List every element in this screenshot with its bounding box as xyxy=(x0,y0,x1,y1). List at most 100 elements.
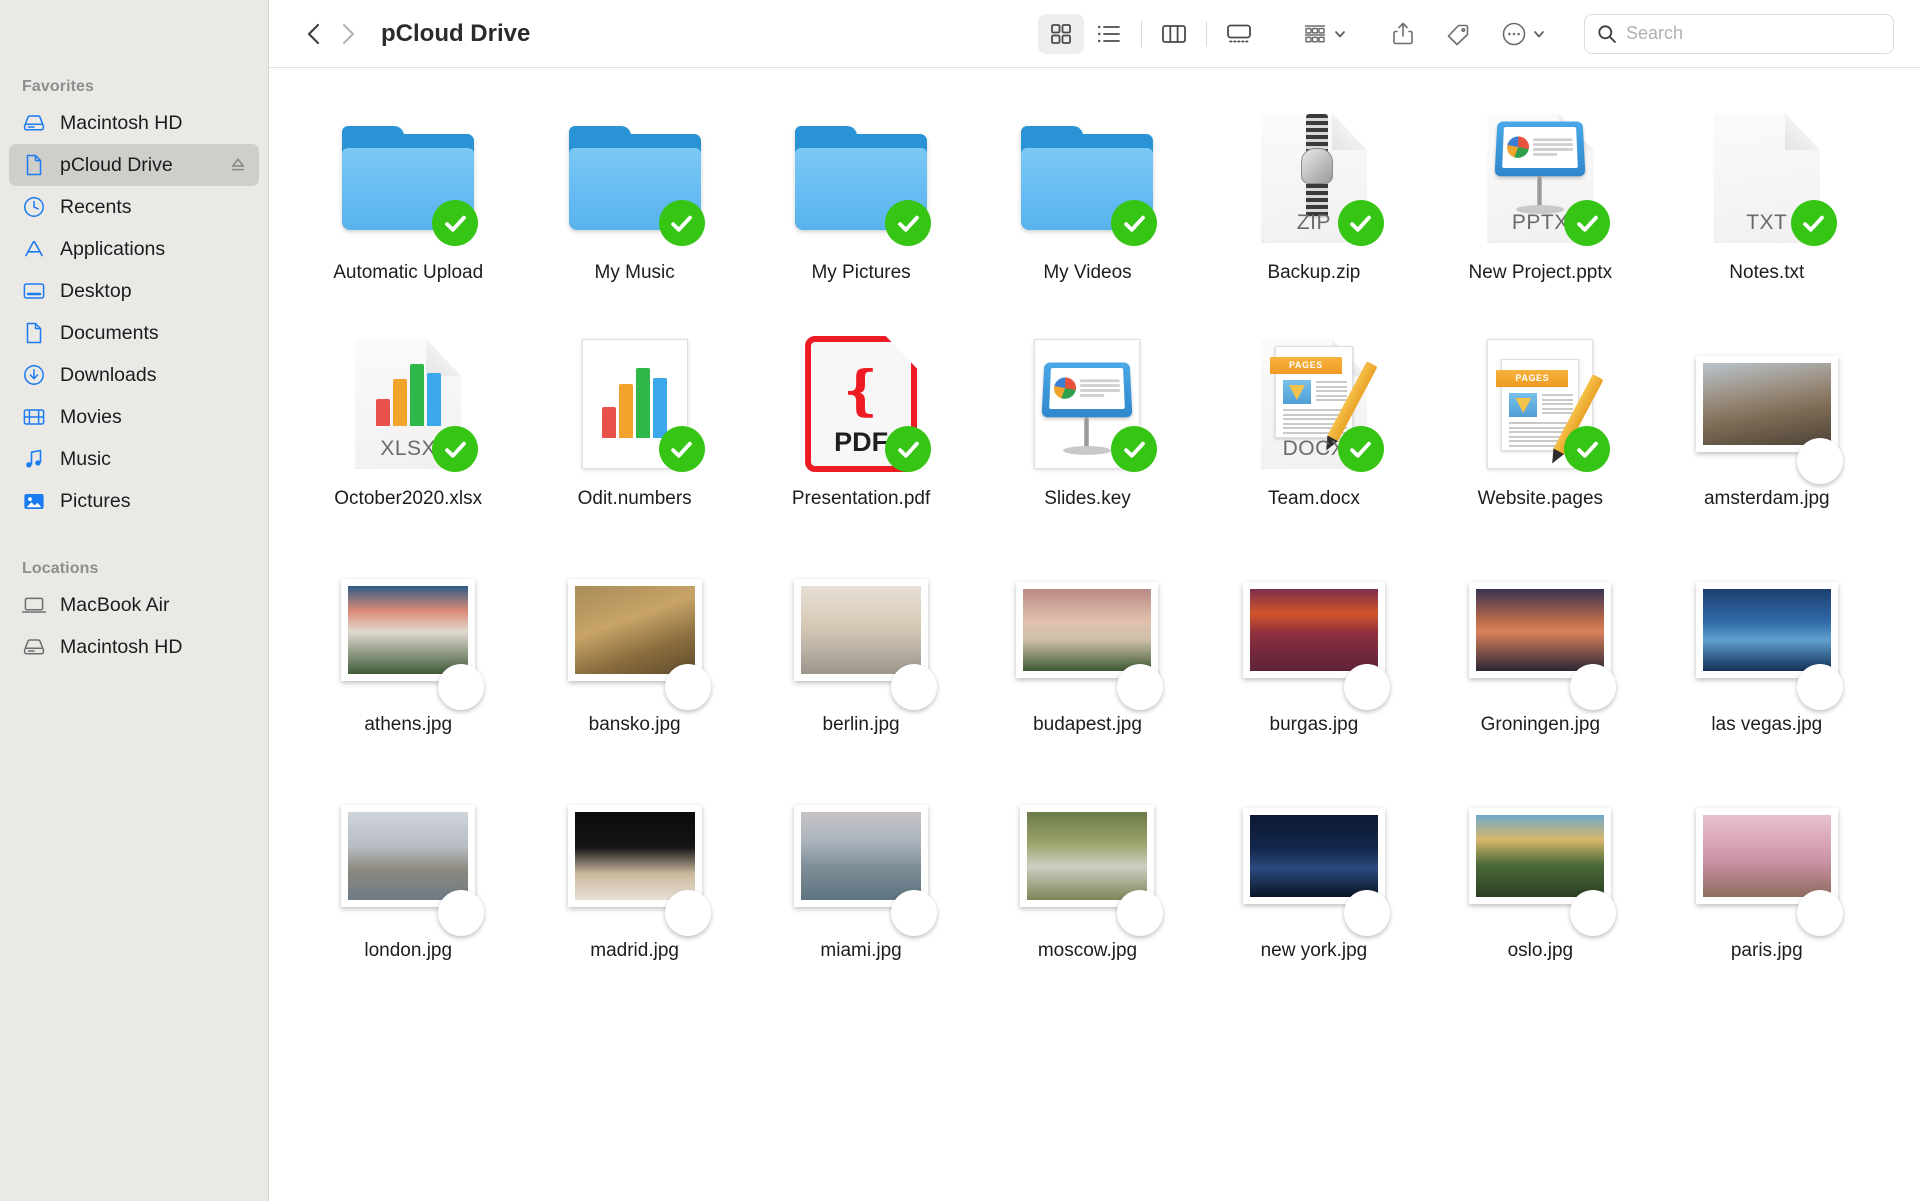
file-name-label: Backup.zip xyxy=(1267,262,1361,283)
file-area[interactable]: Automatic Upload My Music My Pictures My Vi… xyxy=(269,68,1920,1201)
file-icon[interactable] xyxy=(1234,556,1394,710)
file-item[interactable]: oslo.jpg xyxy=(1427,776,1653,996)
file-item[interactable]: XLSX October2020.xlsx xyxy=(295,324,521,544)
file-icon[interactable] xyxy=(1460,556,1620,710)
file-icon[interactable] xyxy=(1007,782,1167,936)
file-icon[interactable]: PPTX xyxy=(1460,104,1620,252)
sidebar-item-label: Applications xyxy=(60,237,166,260)
file-item[interactable]: Odit.numbers xyxy=(521,324,747,544)
file-name-label: My Music xyxy=(594,262,675,283)
sidebar-item-music[interactable]: Music xyxy=(9,438,259,480)
sidebar-item-applications[interactable]: Applications xyxy=(9,228,259,270)
file-item[interactable]: amsterdam.jpg xyxy=(1654,324,1880,544)
eject-icon[interactable] xyxy=(229,156,247,174)
more-actions-button[interactable] xyxy=(1497,14,1550,54)
file-item[interactable]: ❴ PDF Presentation.pdf xyxy=(748,324,974,544)
sidebar-item-documents[interactable]: Documents xyxy=(9,312,259,354)
file-item[interactable]: Groningen.jpg xyxy=(1427,550,1653,770)
file-item[interactable]: Slides.key xyxy=(974,324,1200,544)
file-item[interactable]: PAGES DOCX Team.docx xyxy=(1201,324,1427,544)
file-icon[interactable] xyxy=(1234,782,1394,936)
file-icon[interactable] xyxy=(781,556,941,710)
file-icon[interactable]: PAGES DOCX xyxy=(1234,330,1394,478)
file-icon[interactable] xyxy=(1687,330,1847,484)
sidebar-item-pcloud-drive[interactable]: pCloud Drive xyxy=(9,144,259,186)
file-icon[interactable] xyxy=(1007,330,1167,478)
file-icon[interactable]: PAGES xyxy=(1460,330,1620,478)
file-item[interactable]: budapest.jpg xyxy=(974,550,1200,770)
file-item[interactable]: PAGES Website.pages xyxy=(1427,324,1653,544)
tag-button[interactable] xyxy=(1441,14,1475,54)
share-button[interactable] xyxy=(1387,14,1419,54)
sidebar-item-downloads[interactable]: Downloads xyxy=(9,354,259,396)
sync-check-badge xyxy=(1111,426,1158,472)
search-field[interactable]: Search xyxy=(1584,13,1894,54)
file-icon[interactable] xyxy=(328,782,488,936)
file-item[interactable]: paris.jpg xyxy=(1654,776,1880,996)
file-item[interactable]: My Videos xyxy=(974,98,1200,318)
file-item[interactable]: new york.jpg xyxy=(1201,776,1427,996)
file-item[interactable]: bansko.jpg xyxy=(521,550,747,770)
back-button[interactable] xyxy=(297,17,331,51)
file-icon[interactable] xyxy=(1007,104,1167,252)
file-icon[interactable] xyxy=(781,104,941,252)
file-icon[interactable] xyxy=(1687,782,1847,936)
file-item[interactable]: miami.jpg xyxy=(748,776,974,996)
file-name-label: amsterdam.jpg xyxy=(1703,488,1830,509)
forward-button[interactable] xyxy=(331,17,365,51)
sidebar-item-desktop[interactable]: Desktop xyxy=(9,270,259,312)
file-item[interactable]: Automatic Upload xyxy=(295,98,521,318)
file-name-label: oslo.jpg xyxy=(1507,940,1574,961)
file-name-label: Slides.key xyxy=(1044,488,1131,509)
file-icon[interactable] xyxy=(555,330,715,478)
sidebar-item-movies[interactable]: Movies xyxy=(9,396,259,438)
file-item[interactable]: london.jpg xyxy=(295,776,521,996)
file-icon[interactable] xyxy=(555,104,715,252)
file-icon[interactable]: TXT xyxy=(1687,104,1847,252)
list-view-button[interactable] xyxy=(1086,14,1132,54)
file-icon[interactable] xyxy=(328,104,488,252)
sync-check-badge xyxy=(1796,438,1843,484)
file-item[interactable]: ZIP Backup.zip xyxy=(1201,98,1427,318)
sync-check-badge xyxy=(891,664,938,710)
file-icon[interactable] xyxy=(1007,556,1167,710)
file-item[interactable]: My Pictures xyxy=(748,98,974,318)
file-item[interactable]: TXT Notes.txt xyxy=(1654,98,1880,318)
column-view-button[interactable] xyxy=(1151,14,1197,54)
file-item[interactable]: burgas.jpg xyxy=(1201,550,1427,770)
toolbar: pCloud Drive Search xyxy=(269,0,1920,68)
file-item[interactable]: las vegas.jpg xyxy=(1654,550,1880,770)
sidebar-item-macintosh-hd[interactable]: Macintosh HD xyxy=(9,102,259,144)
sidebar-item-macintosh-hd[interactable]: Macintosh HD xyxy=(9,626,259,668)
finder-window: Favorites Macintosh HD pCloud Drive Recents… xyxy=(0,0,1920,1201)
sync-check-badge xyxy=(1570,890,1617,936)
file-icon[interactable]: ZIP xyxy=(1234,104,1394,252)
music-note-icon xyxy=(21,446,47,472)
file-item[interactable]: madrid.jpg xyxy=(521,776,747,996)
file-icon[interactable] xyxy=(1460,782,1620,936)
file-item[interactable]: moscow.jpg xyxy=(974,776,1200,996)
file-icon[interactable] xyxy=(781,782,941,936)
file-item[interactable]: athens.jpg xyxy=(295,550,521,770)
file-name-label: new york.jpg xyxy=(1260,940,1368,961)
file-name-label: las vegas.jpg xyxy=(1711,714,1823,735)
file-item[interactable]: PPTX New Project.pptx xyxy=(1427,98,1653,318)
file-icon[interactable] xyxy=(555,782,715,936)
file-item[interactable]: My Music xyxy=(521,98,747,318)
sync-check-badge xyxy=(658,200,705,246)
gallery-view-button[interactable] xyxy=(1216,14,1262,54)
file-icon[interactable] xyxy=(328,556,488,710)
sidebar-item-macbook-air[interactable]: MacBook Air xyxy=(9,584,259,626)
file-icon[interactable]: ❴ PDF xyxy=(781,330,941,478)
file-icon[interactable] xyxy=(555,556,715,710)
file-icon[interactable] xyxy=(1687,556,1847,710)
icon-view-button[interactable] xyxy=(1038,13,1084,54)
group-by-button[interactable] xyxy=(1298,14,1351,54)
clock-icon xyxy=(21,194,47,220)
file-icon[interactable]: XLSX xyxy=(328,330,488,478)
file-item[interactable]: berlin.jpg xyxy=(748,550,974,770)
sidebar-item-pictures[interactable]: Pictures xyxy=(9,480,259,522)
sync-check-badge xyxy=(885,426,932,472)
file-name-label: paris.jpg xyxy=(1730,940,1803,961)
sidebar-item-recents[interactable]: Recents xyxy=(9,186,259,228)
